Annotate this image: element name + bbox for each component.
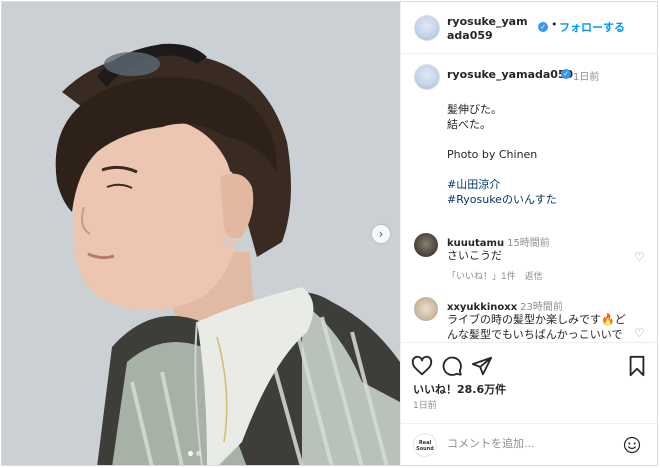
- post-date[interactable]: 1日前: [413, 398, 437, 411]
- comment-like-icon[interactable]: ♡: [634, 250, 645, 264]
- comment-like-count[interactable]: 「いいね！」1件: [447, 272, 516, 282]
- caption-line: [447, 162, 647, 177]
- reply-button[interactable]: 返信: [525, 272, 543, 282]
- caption-time[interactable]: 1日前: [573, 68, 599, 83]
- commenter-avatar-logo: Real Sound: [413, 433, 437, 457]
- comment-like-icon[interactable]: ♡: [634, 326, 645, 340]
- avatar[interactable]: [414, 15, 440, 41]
- caption-text: 髪伸びた。 結べた。 Photo by Chinen #山田涼介 #Ryosuk…: [447, 102, 647, 207]
- post-photo[interactable]: ›: [2, 2, 400, 465]
- next-photo-button[interactable]: ›: [372, 225, 390, 243]
- post-actions: いいね！28.6万件 1日前 Real Sound: [401, 342, 657, 465]
- carousel-dot: [188, 451, 193, 456]
- comment-composer: Real Sound: [401, 423, 657, 465]
- caption-line: 結べた。: [447, 118, 491, 131]
- avatar[interactable]: [414, 233, 438, 257]
- comment-text: ライブの時の髪型か楽しみです🔥どんな髪型でもいちばんかっこいいで: [447, 313, 626, 341]
- carousel-dot: [196, 451, 201, 456]
- post-sidebar: ryosuke_yamada059 ✓ • フォローする ryosuke_yam…: [400, 2, 657, 465]
- emoji-icon[interactable]: [623, 436, 641, 454]
- hashtag-link[interactable]: #山田涼介: [447, 177, 647, 192]
- caption-line: 髪伸びた。: [447, 103, 502, 116]
- separator-dot: •: [551, 18, 558, 31]
- caption-line: Photo by Chinen: [447, 148, 538, 161]
- comment-icon[interactable]: [441, 355, 463, 377]
- caption-username[interactable]: ryosuke_yamada059: [447, 68, 573, 81]
- verified-icon: ✓: [561, 69, 571, 79]
- comment-input[interactable]: [447, 437, 607, 450]
- comment-text: さいこうだ: [447, 249, 502, 262]
- avatar[interactable]: [414, 64, 440, 90]
- instagram-post: › ryosuke_yamada059 ✓ • フォローする ryosuke_y…: [1, 1, 658, 466]
- avatar[interactable]: [414, 297, 438, 321]
- follow-button[interactable]: フォローする: [559, 19, 625, 35]
- like-icon[interactable]: [411, 355, 433, 377]
- verified-icon: ✓: [538, 22, 548, 32]
- share-icon[interactable]: [471, 355, 493, 377]
- hashtag-link[interactable]: #Ryosukeのいんすた: [447, 192, 647, 207]
- caption-line: [447, 132, 647, 147]
- portrait-illustration: [2, 2, 400, 465]
- post-header: ryosuke_yamada059 ✓ • フォローする: [401, 2, 657, 54]
- like-count[interactable]: いいね！28.6万件: [413, 381, 506, 397]
- carousel-indicator: [188, 451, 201, 456]
- chevron-right-icon: ›: [378, 227, 384, 241]
- author-username[interactable]: ryosuke_yamada059: [447, 15, 531, 43]
- save-icon[interactable]: [626, 355, 648, 377]
